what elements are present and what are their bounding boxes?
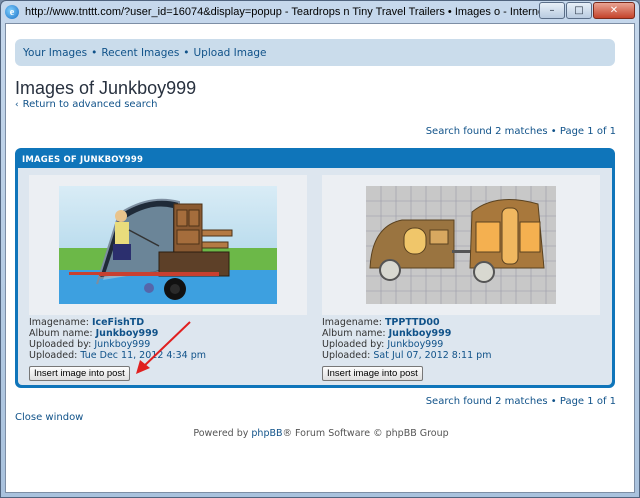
uploaded-date: Sat Jul 07, 2012 8:11 pm [373, 350, 492, 361]
footer-prefix: Powered by [193, 428, 252, 439]
imagename-label: Imagename: [322, 317, 382, 328]
panel-body: Imagename: IceFishTD Album name: Junkboy… [18, 168, 612, 385]
return-to-search-label: Return to advanced search [22, 99, 158, 110]
page-total: of 1 [593, 126, 616, 137]
teardrop-trailer-thumbnail[interactable] [366, 186, 556, 304]
panel-header: IMAGES OF JUNKBOY999 [22, 154, 144, 165]
page-total: of 1 [593, 396, 616, 407]
page-title: Images of Junkboy999 [15, 78, 197, 98]
browser-window: e http://www.tnttt.com/?user_id=16074&di… [0, 0, 640, 498]
image-thumbnail-frame[interactable] [29, 175, 307, 315]
insert-image-button[interactable]: Insert image into post [29, 366, 130, 381]
minimize-button[interactable]: – [539, 2, 565, 19]
chevron-left-icon: ‹ [15, 99, 19, 110]
imagename-label: Imagename: [29, 317, 89, 328]
uploader-value[interactable]: Junkboy999 [387, 339, 443, 350]
uploader-label: Uploaded by: [29, 339, 92, 350]
window-controls: – □ ✕ [539, 2, 635, 19]
footer-suffix: ® Forum Software © phpBB Group [282, 428, 449, 439]
nav-recent-images[interactable]: Recent Images [101, 47, 179, 59]
imagename-value[interactable]: TPPTTD00 [385, 317, 440, 328]
search-found-prefix: Search found 2 matches • Page [425, 126, 588, 137]
uploaded-label: Uploaded: [29, 350, 78, 361]
footer: Powered by phpBB® Forum Software © phpBB… [6, 428, 634, 439]
title-bar[interactable]: e http://www.tnttt.com/?user_id=16074&di… [1, 1, 639, 23]
return-to-search-link[interactable]: ‹ Return to advanced search [15, 99, 157, 110]
close-window-link[interactable]: Close window [15, 412, 83, 423]
uploaded-label: Uploaded: [322, 350, 371, 361]
nav-your-images[interactable]: Your Images [23, 47, 87, 59]
images-panel: IMAGES OF JUNKBOY999 Imagename: IceFishT… [15, 148, 615, 388]
nav-separator: • [183, 46, 190, 59]
album-label: Album name: [322, 328, 386, 339]
search-found-bottom: Search found 2 matches • Page 1 of 1 [426, 396, 616, 407]
uploader-label: Uploaded by: [322, 339, 385, 350]
nav-bar: Your Images • Recent Images • Upload Ima… [15, 39, 615, 66]
image-thumbnail-frame[interactable] [322, 175, 600, 315]
nav-upload-image[interactable]: Upload Image [194, 47, 267, 59]
ice-fish-trailer-thumbnail[interactable] [59, 186, 277, 304]
phpbb-link[interactable]: phpBB [251, 428, 282, 439]
image-cell: Imagename: TPPTTD00 Album name: Junkboy9… [322, 175, 602, 381]
search-found-prefix: Search found 2 matches • Page [425, 396, 588, 407]
search-found-top: Search found 2 matches • Page 1 of 1 [426, 126, 616, 137]
insert-image-button[interactable]: Insert image into post [322, 366, 423, 381]
album-link[interactable]: Junkboy999 [389, 328, 452, 339]
close-button[interactable]: ✕ [593, 2, 635, 19]
window-title: http://www.tnttt.com/?user_id=16074&disp… [25, 6, 565, 18]
album-label: Album name: [29, 328, 93, 339]
image-meta: Imagename: TPPTTD00 Album name: Junkboy9… [322, 317, 602, 361]
maximize-button[interactable]: □ [566, 2, 592, 19]
internet-explorer-icon: e [5, 5, 19, 19]
annotation-arrow-icon [136, 321, 191, 374]
page-viewport: Your Images • Recent Images • Upload Ima… [5, 23, 635, 493]
nav-separator: • [91, 46, 98, 59]
